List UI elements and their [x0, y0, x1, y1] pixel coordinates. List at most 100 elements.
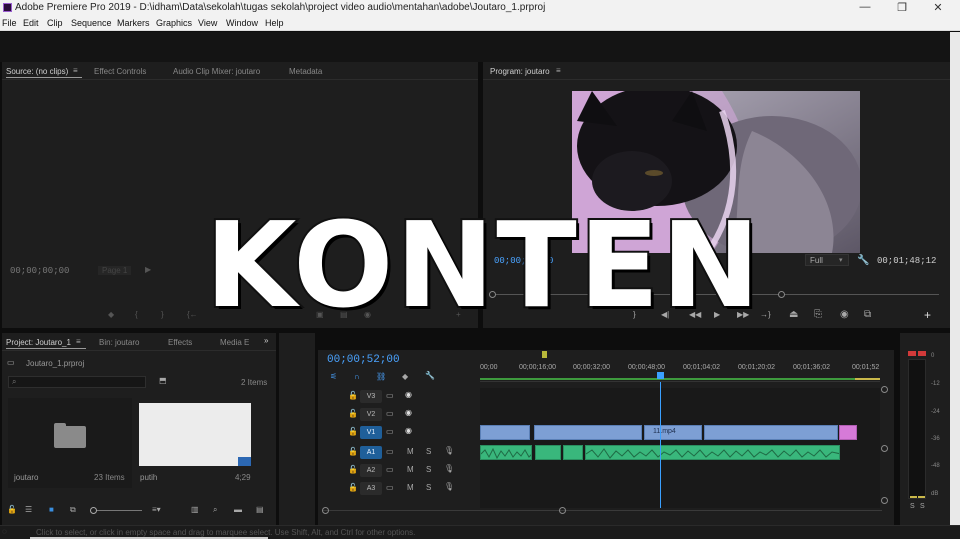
track-target-v1[interactable]: V1 — [360, 426, 382, 439]
new-item-icon[interactable]: ▤ — [256, 505, 264, 514]
export-frame-icon[interactable]: ◉ — [840, 309, 849, 320]
solo-right-button[interactable]: S — [920, 503, 925, 510]
timeline-settings-icon[interactable]: 🔧 — [425, 371, 435, 380]
track-target-a1[interactable]: A1 — [360, 446, 382, 459]
video-clip[interactable] — [534, 425, 642, 440]
automate-icon[interactable]: ▥ — [191, 505, 199, 514]
solo-button[interactable]: S — [426, 483, 431, 492]
tab-effect-controls[interactable]: Effect Controls — [94, 67, 146, 76]
list-view-icon[interactable]: ☰ — [25, 505, 32, 514]
playhead-handle[interactable] — [657, 372, 664, 379]
vertical-zoom-handle[interactable] — [881, 445, 888, 452]
end-clip[interactable] — [839, 425, 857, 440]
clip-indicator-right[interactable] — [918, 351, 926, 356]
video-clip[interactable] — [480, 425, 530, 440]
menu-window[interactable]: Window — [226, 18, 258, 28]
icon-view-icon[interactable]: ■ — [49, 505, 54, 514]
microphone-icon[interactable]: 🎙 — [444, 446, 454, 455]
time-ruler[interactable]: 00;00 00;00;16;00 00;00;32;00 00;00;48;0… — [480, 350, 880, 382]
track-target-v2[interactable]: V2 — [360, 408, 382, 421]
resolution-select[interactable]: Full ▾ — [805, 254, 849, 266]
video-clip[interactable] — [704, 425, 838, 440]
compare-view-icon[interactable]: ⧉ — [864, 309, 871, 320]
microphone-icon[interactable]: 🎙 — [444, 464, 454, 473]
vertical-zoom-handle[interactable] — [881, 386, 888, 393]
item-name[interactable]: joutaro — [14, 473, 38, 482]
sync-lock-icon[interactable]: ▭ — [386, 483, 394, 492]
eye-icon[interactable]: ◉ — [405, 426, 412, 435]
lock-icon[interactable]: 🔓 — [348, 465, 358, 474]
snap-icon[interactable]: ∩ — [354, 372, 360, 381]
playhead-line[interactable] — [660, 382, 661, 508]
solo-left-button[interactable]: S — [910, 503, 915, 510]
new-bin-from-search-icon[interactable]: ⬒ — [159, 376, 167, 385]
tab-metadata[interactable]: Metadata — [289, 67, 322, 76]
panel-menu-icon[interactable]: ≡ — [73, 66, 78, 75]
audio-clip[interactable] — [535, 445, 561, 460]
mute-button[interactable]: M — [407, 465, 414, 474]
eye-icon[interactable]: ◉ — [405, 390, 412, 399]
sync-lock-icon[interactable]: ▭ — [386, 409, 394, 418]
clip-indicator-left[interactable] — [908, 351, 916, 356]
tab-source[interactable]: Source: (no clips) — [6, 67, 68, 76]
zoom-slider[interactable] — [96, 510, 142, 511]
lock-icon[interactable]: 🔓 — [348, 391, 358, 400]
panel-menu-icon[interactable]: ≡ — [76, 337, 81, 346]
zoom-slider-handle[interactable] — [90, 507, 97, 514]
sync-lock-icon[interactable]: ▭ — [386, 465, 394, 474]
tab-program[interactable]: Program: joutaro — [490, 67, 550, 76]
audio-clip[interactable] — [563, 445, 583, 460]
timeline-timecode[interactable]: 00;00;52;00 — [327, 354, 400, 366]
nest-icon[interactable]: ⚟ — [330, 372, 337, 381]
scroll-start-handle[interactable] — [322, 507, 329, 514]
sort-icon[interactable]: ≡▾ — [152, 505, 161, 514]
track-target-a3[interactable]: A3 — [360, 482, 382, 495]
sync-lock-icon[interactable]: ▭ — [386, 447, 394, 456]
tab-audio-clip-mixer[interactable]: Audio Clip Mixer: joutaro — [173, 67, 260, 76]
tab-project[interactable]: Project: Joutaro_1 — [6, 338, 71, 347]
new-bin-icon[interactable]: ▬ — [234, 505, 242, 514]
lock-icon[interactable]: 🔓 — [348, 447, 358, 456]
wrench-icon[interactable]: 🔧 — [857, 255, 869, 266]
lock-icon[interactable]: 🔓 — [348, 427, 358, 436]
eye-icon[interactable]: ◉ — [405, 408, 412, 417]
lock-icon[interactable]: 🔓 — [348, 409, 358, 418]
linked-selection-icon[interactable]: ⛓ — [376, 372, 386, 381]
mark-in-icon[interactable]: { — [135, 310, 138, 319]
mute-button[interactable]: M — [407, 447, 414, 456]
scroll-end-handle[interactable] — [559, 507, 566, 514]
more-tabs-icon[interactable]: » — [264, 336, 268, 345]
mark-out-icon[interactable]: } — [161, 310, 164, 319]
mute-button[interactable]: M — [407, 483, 414, 492]
video-clip[interactable]: 11.mp4 — [644, 425, 702, 440]
panel-menu-icon[interactable]: ≡ — [556, 66, 561, 75]
source-page-select[interactable]: Page 1 — [98, 266, 132, 275]
solo-button[interactable]: S — [426, 447, 431, 456]
menu-sequence[interactable]: Sequence — [71, 18, 112, 28]
tab-effects[interactable]: Effects — [168, 338, 192, 347]
go-to-in-icon[interactable]: {← — [187, 310, 198, 319]
minimize-button[interactable]: — — [856, 1, 874, 15]
lock-icon[interactable]: 🔓 — [7, 505, 17, 514]
button-editor-icon[interactable]: + — [924, 308, 931, 322]
freeform-view-icon[interactable]: ⧉ — [70, 505, 76, 515]
menu-file[interactable]: File — [2, 18, 17, 28]
find-icon[interactable]: ⌕ — [213, 505, 217, 515]
horizontal-scrollbar[interactable] — [322, 510, 882, 511]
tab-media-browser[interactable]: Media E — [220, 338, 249, 347]
audio-clip[interactable] — [480, 445, 532, 460]
extract-icon[interactable]: ⎘ — [814, 309, 822, 320]
close-button[interactable]: ✕ — [929, 1, 947, 15]
tab-bin[interactable]: Bin: joutaro — [99, 338, 139, 347]
track-lanes[interactable]: 11.mp4 — [480, 382, 880, 508]
vertical-zoom-handle[interactable] — [881, 497, 888, 504]
add-marker-icon[interactable]: ◆ — [402, 372, 408, 381]
putih-thumbnail[interactable] — [139, 403, 251, 466]
microphone-icon[interactable]: 🎙 — [444, 482, 454, 491]
menu-markers[interactable]: Markers — [117, 18, 150, 28]
track-target-a2[interactable]: A2 — [360, 464, 382, 477]
project-search-input[interactable]: ⌕ — [8, 376, 146, 388]
audio-clip[interactable] — [585, 445, 840, 460]
scrubber-end-handle[interactable] — [778, 291, 785, 298]
restore-button[interactable]: ❐ — [893, 1, 911, 15]
